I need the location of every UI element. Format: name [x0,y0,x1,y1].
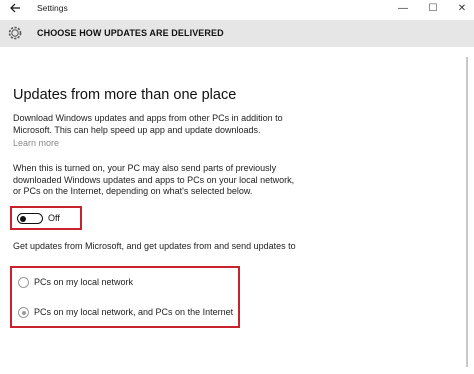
page-header: CHOOSE HOW UPDATES ARE DELIVERED [0,20,474,47]
info-text: When this is turned on, your PC may also… [13,163,295,196]
learn-more-link[interactable]: Learn more [13,138,59,148]
option-label: PCs on my local network [34,277,134,287]
scrollbar[interactable] [466,47,469,374]
radio-button[interactable] [18,307,29,318]
close-button[interactable]: ✕ [454,2,470,16]
description-text: Download Windows updates and apps from o… [13,113,283,135]
toggle-highlight: Off [10,206,82,230]
gear-icon [6,24,24,42]
scrollbar-thumb[interactable] [466,57,468,367]
page-title: CHOOSE HOW UPDATES ARE DELIVERED [37,28,224,38]
options-highlight: PCs on my local network PCs on my local … [10,266,240,328]
window-title: Settings [37,3,68,13]
section-heading: Updates from more than one place [13,87,237,103]
get-updates-text: Get updates from Microsoft, and get upda… [13,241,296,251]
toggle-knob [20,215,26,222]
radio-button[interactable] [18,277,29,288]
title-bar: Settings — ☐ ✕ [0,0,474,20]
toggle-state-label: Off [48,213,60,223]
minimize-button[interactable]: — [395,2,411,16]
back-arrow-icon[interactable] [8,2,22,16]
delivery-toggle[interactable] [17,213,43,224]
option-label: PCs on my local network, and PCs on the … [34,307,234,317]
maximize-button[interactable]: ☐ [425,2,441,16]
